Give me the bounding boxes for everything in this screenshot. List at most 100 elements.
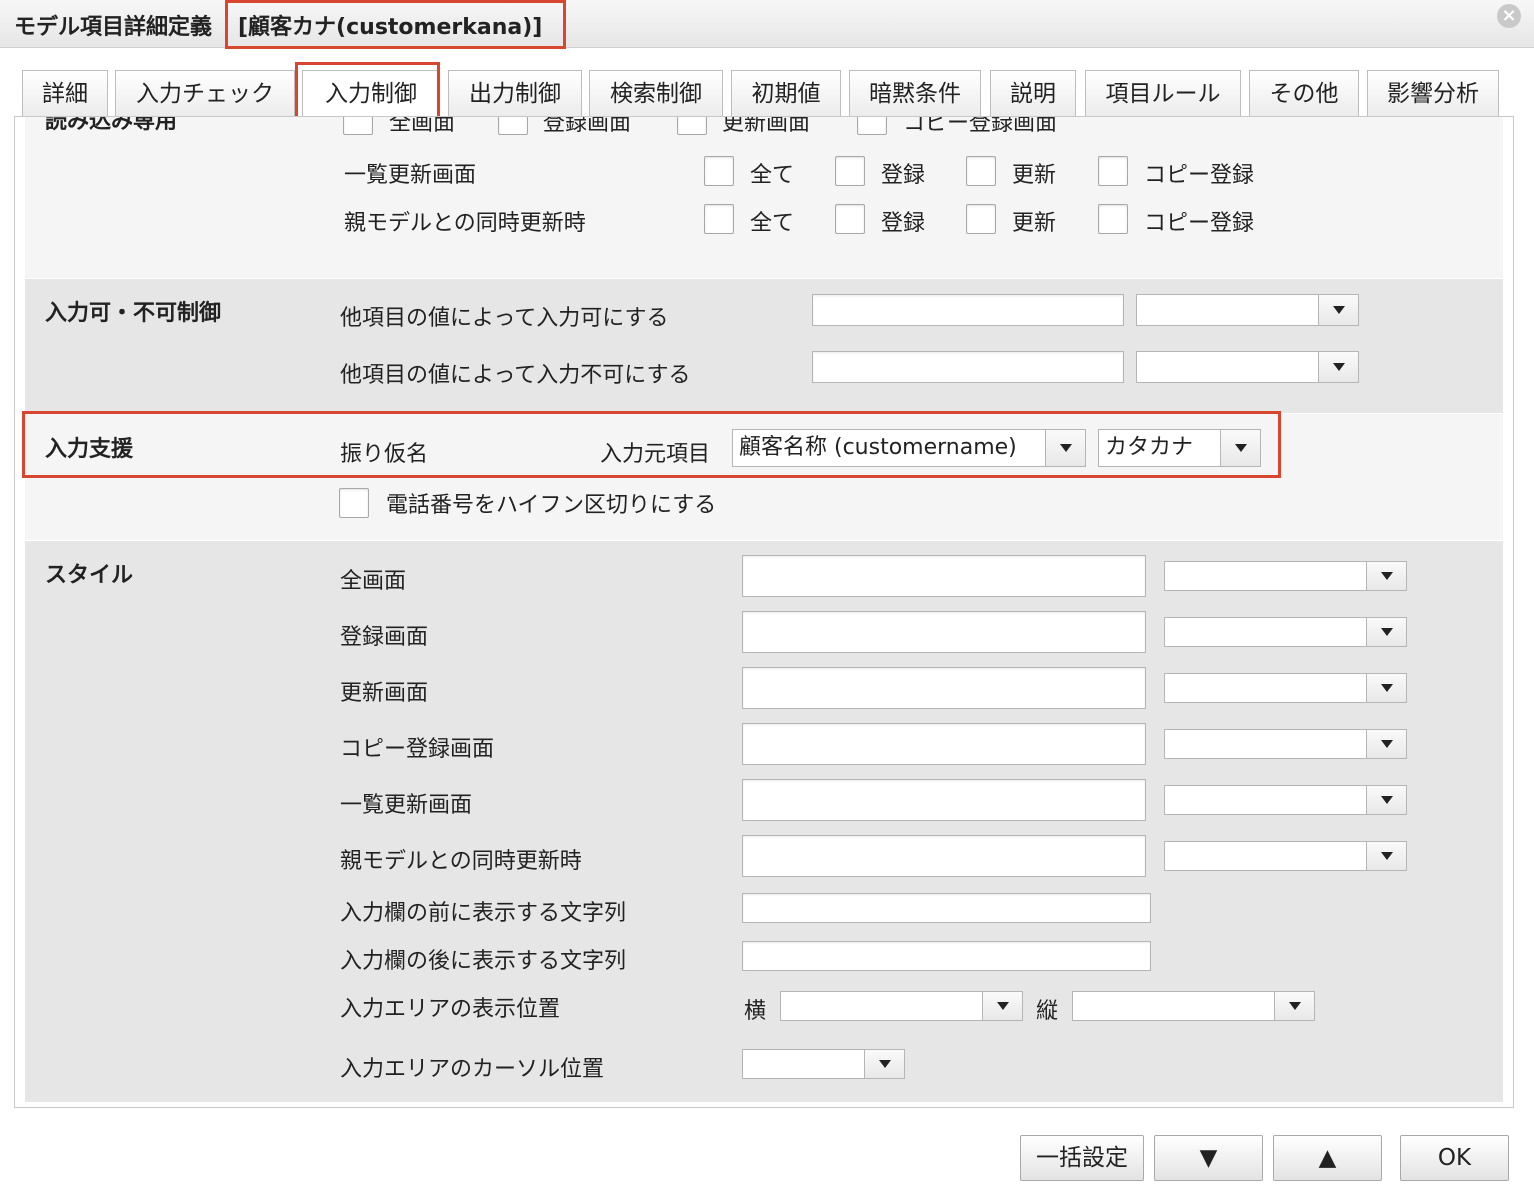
tab-search-control[interactable]: 検索制御 [589,70,723,116]
move-down-button[interactable]: ▼ [1154,1135,1263,1181]
list-update-label: 一覧更新画面 [344,163,477,188]
style-copy-register-select[interactable] [1164,729,1407,759]
parent-update-all-checkbox[interactable] [704,204,734,234]
style-all-input[interactable] [742,555,1146,597]
style-all-select[interactable] [1164,561,1407,591]
horizontal-position-select[interactable] [780,991,1023,1021]
readonly-register-checkbox[interactable] [498,117,528,135]
style-list-update-select[interactable] [1164,785,1407,815]
enable-by-other-select[interactable] [1136,294,1359,326]
vertical-label: 縦 [1036,999,1059,1024]
tab-content: 読み込み専用 全画面 登録画面 更新画面 コピー登録画面 一覧更新画面 全て 登… [14,116,1514,1108]
readonly-register-label: 登録画面 [543,116,632,136]
style-row-label: 一覧更新画面 [340,793,473,818]
readonly-section-title: 読み込み専用 [45,116,178,134]
readonly-all-checkbox[interactable] [343,117,373,135]
source-item-label: 入力元項目 [600,442,711,467]
dialog-title: モデル項目詳細定義 [14,15,213,40]
option-label: 更新 [1012,163,1057,188]
chevron-down-icon [1274,992,1314,1020]
parent-update-label: 親モデルとの同時更新時 [344,211,586,236]
move-up-button[interactable]: ▲ [1273,1135,1382,1181]
horizontal-label: 横 [744,999,767,1024]
list-update-register-checkbox[interactable] [835,156,865,186]
suffix-text-label: 入力欄の後に表示する文字列 [340,949,627,974]
vertical-position-select[interactable] [1072,991,1315,1021]
chevron-down-icon [1366,618,1406,646]
phone-hyphen-label: 電話番号をハイフン区切りにする [386,493,717,518]
suffix-text-input[interactable] [742,941,1151,971]
parent-update-update-checkbox[interactable] [966,204,996,234]
prefix-text-input[interactable] [742,893,1151,923]
tab-description[interactable]: 説明 [990,70,1076,116]
style-row-label: 登録画面 [340,625,429,650]
chevron-down-icon [1045,430,1085,466]
tab-other[interactable]: その他 [1249,70,1359,116]
disable-by-other-input[interactable] [812,351,1124,383]
kana-type-select[interactable]: カタカナ [1098,429,1261,467]
input-enable-section: 入力可・不可制御 他項目の値によって入力可にする 他項目の値によって入力不可にす… [25,279,1503,413]
option-label: コピー登録 [1144,211,1255,236]
tab-input-control[interactable]: 入力制御 [302,70,440,116]
style-title: スタイル [45,563,134,588]
option-label: 登録 [881,211,926,236]
chevron-down-icon [982,992,1022,1020]
chevron-down-icon [1366,674,1406,702]
disable-by-other-select[interactable] [1136,351,1359,383]
parent-update-register-checkbox[interactable] [835,204,865,234]
readonly-all-label: 全画面 [389,116,456,136]
style-section: スタイル 全画面 登録画面 更新画面 コピー登録画面 一覧更新画面 親モデルとの… [25,541,1503,1102]
readonly-update-label: 更新画面 [722,116,811,136]
cursor-position-select[interactable] [742,1049,905,1079]
style-copy-register-input[interactable] [742,723,1146,765]
readonly-section: 読み込み専用 全画面 登録画面 更新画面 コピー登録画面 一覧更新画面 全て 登… [25,117,1503,278]
style-register-input[interactable] [742,611,1146,653]
item-name: [顧客カナ(customerkana)] [238,15,543,40]
chevron-down-icon [864,1050,904,1078]
chevron-down-icon [1318,295,1358,325]
readonly-update-checkbox[interactable] [677,117,707,135]
input-support-section: 入力支援 振り仮名 入力元項目 顧客名称 (customername) カタカナ… [25,414,1503,540]
option-label: 更新 [1012,211,1057,236]
style-update-input[interactable] [742,667,1146,709]
style-list-update-input[interactable] [742,779,1146,821]
chevron-down-icon [1366,730,1406,758]
style-update-select[interactable] [1164,673,1407,703]
dialog-title-bar: モデル項目詳細定義 [顧客カナ(customerkana)] × [0,0,1534,49]
style-parent-update-input[interactable] [742,835,1146,877]
enable-by-other-input[interactable] [812,294,1124,326]
style-row-label: コピー登録画面 [340,737,495,762]
chevron-down-icon [1366,842,1406,870]
close-icon[interactable]: × [1497,4,1521,28]
style-register-select[interactable] [1164,617,1407,647]
style-row-label: 親モデルとの同時更新時 [340,849,582,874]
tab-initial-value[interactable]: 初期値 [731,70,841,116]
tab-input-check[interactable]: 入力チェック [115,70,295,116]
tab-detail[interactable]: 詳細 [22,70,108,116]
tab-implicit-condition[interactable]: 暗黙条件 [849,70,981,116]
readonly-copy-register-label: コピー登録画面 [903,116,1058,136]
tab-item-rule[interactable]: 項目ルール [1085,70,1241,116]
option-label: 全て [750,163,795,188]
option-label: 登録 [881,163,926,188]
phone-hyphen-checkbox[interactable] [339,488,369,518]
chevron-down-icon [1220,430,1260,466]
list-update-update-checkbox[interactable] [966,156,996,186]
chevron-down-icon [1366,786,1406,814]
source-item-select[interactable]: 顧客名称 (customername) [732,429,1086,467]
list-update-all-checkbox[interactable] [704,156,734,186]
readonly-copy-register-checkbox[interactable] [857,117,887,135]
input-support-title: 入力支援 [45,437,134,462]
cursor-position-label: 入力エリアのカーソル位置 [340,1057,605,1082]
style-row-label: 全画面 [340,569,407,594]
tab-output-control[interactable]: 出力制御 [448,70,582,116]
option-label: コピー登録 [1144,163,1255,188]
prefix-text-label: 入力欄の前に表示する文字列 [340,901,627,926]
parent-update-copy-checkbox[interactable] [1098,204,1128,234]
tab-impact-analysis[interactable]: 影響分析 [1367,70,1499,116]
style-parent-update-select[interactable] [1164,841,1407,871]
option-label: 全て [750,211,795,236]
ok-button[interactable]: OK [1400,1135,1509,1181]
list-update-copy-checkbox[interactable] [1098,156,1128,186]
bulk-settings-button[interactable]: 一括設定 [1020,1135,1144,1181]
